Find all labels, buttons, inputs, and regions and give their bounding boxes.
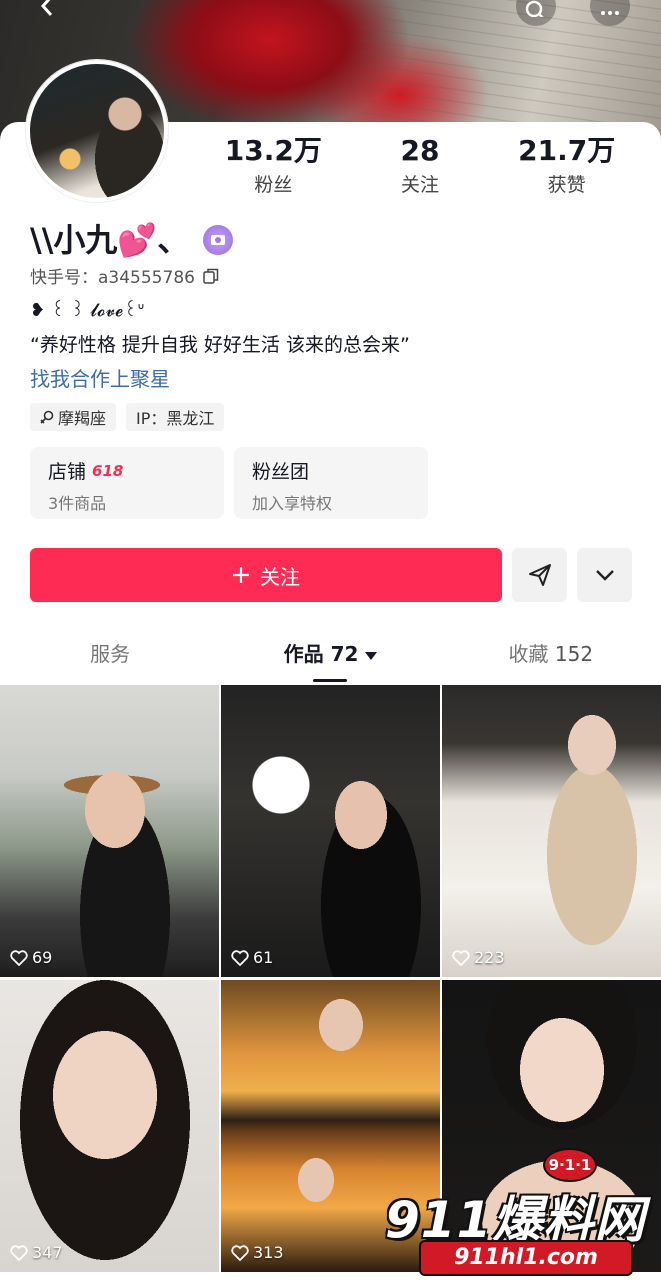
cooperation-link[interactable]: 找我合作上聚星 <box>30 363 170 392</box>
likes-count: 347 <box>10 1243 63 1262</box>
card-subtitle: 加入享特权 <box>252 494 333 513</box>
stat-label: 关注 <box>401 174 440 196</box>
stat-followers[interactable]: 13.2万 粉丝 <box>200 134 347 197</box>
fan-group-card[interactable]: 粉丝团 加入享特权 <box>234 447 428 519</box>
profile-tags: 摩羯座 IP：黑龙江 <box>30 403 225 431</box>
heart-icon <box>231 949 249 966</box>
bio-line: ❥ ꒰ ꒱ 𝓵𝓸𝓿𝓮꒰ᐡ <box>30 300 145 321</box>
likes-value: 69 <box>32 948 53 967</box>
tab-works[interactable]: 作品 72 <box>220 636 440 684</box>
user-id: 快手号：a34555786 <box>30 268 195 288</box>
likes-count: 69 <box>10 948 52 967</box>
profile-tabs: 服务 作品 72 收藏 152 <box>0 636 661 684</box>
tab-label: 服务 <box>90 642 131 666</box>
watermark-badge: 9·1·1 <box>545 1150 595 1180</box>
follow-label: 关注 <box>260 564 300 589</box>
watermark-logo: 9·1·1 911爆料网 911hl1.com <box>385 1150 655 1276</box>
card-title: 店铺 <box>48 461 87 483</box>
card-subtitle: 3件商品 <box>48 494 107 513</box>
shop-card[interactable]: 店铺 618 3件商品 <box>30 447 224 519</box>
action-row: 关注 <box>30 548 632 602</box>
plus-icon <box>233 567 249 583</box>
name-row: \\小九💕、 <box>30 220 234 260</box>
avatar[interactable] <box>26 60 168 202</box>
tab-services[interactable]: 服务 <box>0 636 220 684</box>
stat-value: 28 <box>400 134 440 167</box>
post-thumbnail[interactable]: 61 <box>221 685 440 977</box>
back-button[interactable] <box>28 0 68 26</box>
tab-count: 72 <box>330 642 359 666</box>
stat-label: 粉丝 <box>254 174 293 196</box>
likes-value: 313 <box>253 1243 284 1262</box>
watermark-url: 911hl1.com <box>421 1242 631 1274</box>
follow-button[interactable]: 关注 <box>30 548 502 602</box>
bio-quote: “养好性格 提升自我 好好生活 该来的总会来” <box>30 334 410 356</box>
send-icon <box>528 564 551 586</box>
tab-label: 收藏 <box>508 642 549 666</box>
user-id-row: 快手号：a34555786 <box>30 263 219 288</box>
post-thumbnail[interactable]: 223 <box>442 685 661 977</box>
heart-icon <box>10 1244 28 1261</box>
tab-label: 作品 <box>283 642 324 666</box>
likes-count: 223 <box>452 948 505 967</box>
stat-label: 获赞 <box>547 174 586 196</box>
chevron-down-icon <box>595 570 614 581</box>
likes-count: 313 <box>231 1243 284 1262</box>
profile-stats: 13.2万 粉丝 28 关注 21.7万 获赞 <box>200 134 640 197</box>
tag-ip: IP：黑龙江 <box>126 403 225 431</box>
stat-value: 21.7万 <box>518 134 616 167</box>
likes-count: 61 <box>231 948 273 967</box>
tag-zodiac[interactable]: 摩羯座 <box>30 403 117 431</box>
chevron-left-icon <box>40 0 53 16</box>
stat-following[interactable]: 28 关注 <box>347 134 494 197</box>
tag-label: 摩羯座 <box>58 409 107 428</box>
stat-likes[interactable]: 21.7万 获赞 <box>493 134 640 197</box>
tag-label: IP：黑龙江 <box>136 409 215 428</box>
profile-name: \\小九💕、 <box>30 221 190 259</box>
likes-value: 347 <box>32 1243 63 1262</box>
tab-favorites[interactable]: 收藏 152 <box>441 636 661 684</box>
search-icon <box>525 0 544 17</box>
heart-icon <box>10 949 28 966</box>
post-thumbnail[interactable]: 347 <box>0 980 219 1272</box>
promo-badge: 618 <box>92 461 124 480</box>
post-thumbnail[interactable]: 69 <box>0 685 219 977</box>
heart-icon <box>231 1244 249 1261</box>
likes-value: 61 <box>253 948 274 967</box>
expand-button[interactable] <box>577 548 632 602</box>
share-button[interactable] <box>512 548 567 602</box>
card-title: 粉丝团 <box>252 461 310 483</box>
stat-value: 13.2万 <box>224 134 322 167</box>
heart-icon <box>452 949 470 966</box>
copy-icon[interactable] <box>203 268 219 284</box>
caret-down-icon <box>365 652 378 660</box>
more-icon <box>601 11 619 15</box>
zodiac-icon <box>40 410 54 424</box>
likes-value: 223 <box>474 948 505 967</box>
verified-badge-icon[interactable] <box>203 225 234 255</box>
tab-count: 152 <box>554 642 594 666</box>
profile-cards: 店铺 618 3件商品 粉丝团 加入享特权 <box>30 447 428 519</box>
